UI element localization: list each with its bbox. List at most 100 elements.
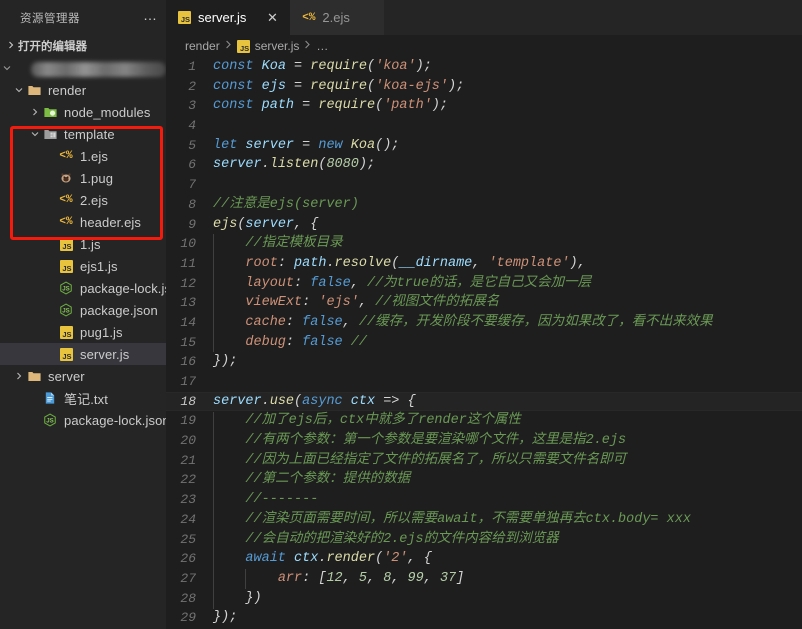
svg-text:JS: JS: [62, 308, 69, 315]
code-line-22[interactable]: 22 //第二个参数：提供的数据: [166, 470, 802, 490]
chevron-down-icon[interactable]: [12, 79, 25, 101]
code-line-10[interactable]: 10 //指定模板目录: [166, 234, 802, 254]
indent-guide: [245, 569, 247, 589]
line-number: 4: [188, 118, 196, 134]
editor-tab-server-js[interactable]: JS server.js ✕: [166, 0, 291, 35]
code-line-8[interactable]: 8 //注意是ejs(server): [166, 195, 802, 215]
tree-item-label: ejs1.js: [80, 258, 118, 274]
code-line-20[interactable]: 20 //有两个参数：第一个参数是要渲染哪个文件，这里是指2.ejs: [166, 431, 802, 451]
tree-item-笔记-txt[interactable]: 笔记.txt: [0, 387, 166, 409]
tree-item-server[interactable]: server: [0, 365, 166, 387]
close-icon[interactable]: ✕: [264, 10, 280, 26]
line-number: 9: [188, 216, 196, 232]
breadcrumb-separator-icon: [225, 40, 232, 52]
code-editor[interactable]: 1 const Koa = require('koa'); 2 const ejs =…: [166, 57, 802, 629]
code-line-text: const Koa = require('koa');: [213, 59, 432, 74]
tree-item-template[interactable]: template: [0, 123, 166, 145]
tree-item-label: 1.pug: [80, 170, 114, 186]
line-number: 24: [180, 511, 196, 527]
tree-item-1-js[interactable]: JS 1.js: [0, 233, 166, 255]
explorer-title: 资源管理器: [20, 12, 80, 25]
code-line-2[interactable]: 2 const ejs = require('koa-ejs');: [166, 77, 802, 97]
breadcrumb-item-1[interactable]: JS server.js: [237, 39, 300, 53]
code-line-text: debug: false //: [245, 334, 367, 350]
js-file-icon: JS: [177, 11, 192, 24]
tree-item-label: 1.js: [80, 236, 101, 252]
folder-open-icon: [41, 127, 59, 142]
line-number: 13: [180, 295, 196, 311]
editor-tab-2-ejs[interactable]: <% 2.ejs: [290, 0, 384, 35]
code-line-21[interactable]: 21 //因为上面已经指定了文件的拓展名了，所以只需要文件名即可: [166, 451, 802, 471]
breadcrumb-label: …: [316, 39, 329, 53]
tree-item-1-ejs[interactable]: <% 1.ejs: [0, 145, 166, 167]
line-number: 8: [188, 196, 196, 212]
tree-item-label: pug1.js: [80, 324, 123, 340]
line-number: 16: [180, 354, 196, 370]
code-line-7[interactable]: 7: [166, 175, 802, 195]
tree-item-server-js[interactable]: JS server.js: [0, 343, 166, 365]
code-line-text: layout: false, //为true的话，是它自己又会加一层: [245, 275, 592, 291]
tree-item-package-json[interactable]: JS package.json: [0, 299, 166, 321]
tree-item-header-ejs[interactable]: <% header.ejs: [0, 211, 166, 233]
ejs-file-icon: <%: [59, 150, 73, 162]
redacted-folder-name: [31, 61, 166, 77]
code-line-9[interactable]: 9 ejs(server, {: [166, 215, 802, 235]
code-line-27[interactable]: 27 arr: [12, 5, 8, 99, 37]: [166, 569, 802, 589]
breadcrumb-item-2[interactable]: …: [316, 39, 328, 53]
line-number: 11: [180, 255, 196, 271]
code-line-15[interactable]: 15 debug: false //: [166, 333, 802, 353]
chevron-right-icon[interactable]: [12, 365, 25, 387]
line-number: 7: [188, 177, 196, 193]
code-line-17[interactable]: 17: [166, 372, 802, 392]
code-line-text: //注意是ejs(server): [213, 196, 359, 212]
code-line-24[interactable]: 24 //渲染页面需要时间，所以需要await，不需要单独再去ctx.body=…: [166, 510, 802, 530]
js-file-icon: JS: [237, 39, 251, 53]
code-line-1[interactable]: 1 const Koa = require('koa');: [166, 57, 802, 77]
code-line-4[interactable]: 4: [166, 116, 802, 136]
breadcrumb-label: server.js: [254, 39, 300, 53]
tree-item-label: package.json: [80, 302, 158, 318]
tree-item-ejs1-js[interactable]: JS ejs1.js: [0, 255, 166, 277]
chevron-down-icon[interactable]: [28, 123, 41, 145]
code-line-16[interactable]: 16});: [166, 352, 802, 372]
chevron-right-icon: [4, 41, 18, 51]
editor-tab-bar: JS server.js ✕ <% 2.ejs: [166, 0, 802, 35]
line-number: 17: [180, 374, 196, 389]
breadcrumb-item-0[interactable]: render: [185, 39, 220, 53]
line-number: 20: [180, 433, 196, 449]
code-line-14[interactable]: 14 cache: false, //缓存，开发阶段不要缓存，因为如果改了，看不…: [166, 313, 802, 333]
code-line-text: root: path.resolve(__dirname, 'template'…: [245, 255, 586, 271]
code-line-3[interactable]: 3 const path = require('path');: [166, 96, 802, 116]
tree-item-label: server.js: [80, 346, 130, 362]
workspace-root-row-redacted[interactable]: [0, 57, 166, 79]
code-line-text: //会自动的把渲染好的2.ejs的文件内容给到浏览器: [245, 531, 559, 547]
tree-item-node_modules[interactable]: node_modules: [0, 101, 166, 123]
ejs-file-icon: <%: [59, 216, 73, 228]
tree-item-2-ejs[interactable]: <% 2.ejs: [0, 189, 166, 211]
tree-item-pug1-js[interactable]: JS pug1.js: [0, 321, 166, 343]
code-line-29[interactable]: 29});: [166, 608, 802, 628]
tree-item-package-lock-json[interactable]: JS package-lock.json: [0, 277, 166, 299]
code-line-11[interactable]: 11 root: path.resolve(__dirname, 'templa…: [166, 254, 802, 274]
tree-item-package-lock-json[interactable]: JS package-lock.json: [0, 409, 166, 431]
code-line-5[interactable]: 5 let server = new Koa();: [166, 136, 802, 156]
code-line-28[interactable]: 28 }): [166, 589, 802, 609]
indent-guide: [213, 411, 214, 609]
explorer-more-actions-icon[interactable]: …: [143, 8, 158, 26]
tree-item-1-pug[interactable]: 1.pug: [0, 167, 166, 189]
line-number: 21: [180, 452, 196, 468]
editor-tab-label: server.js: [198, 10, 247, 25]
open-editors-section-header[interactable]: 打开的编辑器: [0, 35, 166, 57]
tree-item-render[interactable]: render: [0, 79, 166, 101]
code-line-26[interactable]: 26 await ctx.render('2', {: [166, 549, 802, 569]
code-line-23[interactable]: 23 //-------: [166, 490, 802, 510]
code-line-6[interactable]: 6 server.listen(8080);: [166, 155, 802, 175]
code-line-19[interactable]: 19 //加了ejs后，ctx中就多了render这个属性: [166, 411, 802, 431]
code-line-18[interactable]: 18 server.use(async ctx => {: [166, 391, 802, 412]
code-line-25[interactable]: 25 //会自动的把渲染好的2.ejs的文件内容给到浏览器: [166, 530, 802, 550]
code-line-13[interactable]: 13 viewExt: 'ejs', //视图文件的拓展名: [166, 293, 802, 313]
chevron-right-icon[interactable]: [28, 101, 41, 123]
code-line-12[interactable]: 12 layout: false, //为true的话，是它自己又会加一层: [166, 274, 802, 294]
code-line-text: cache: false, //缓存，开发阶段不要缓存，因为如果改了，看不出来效…: [245, 314, 713, 330]
